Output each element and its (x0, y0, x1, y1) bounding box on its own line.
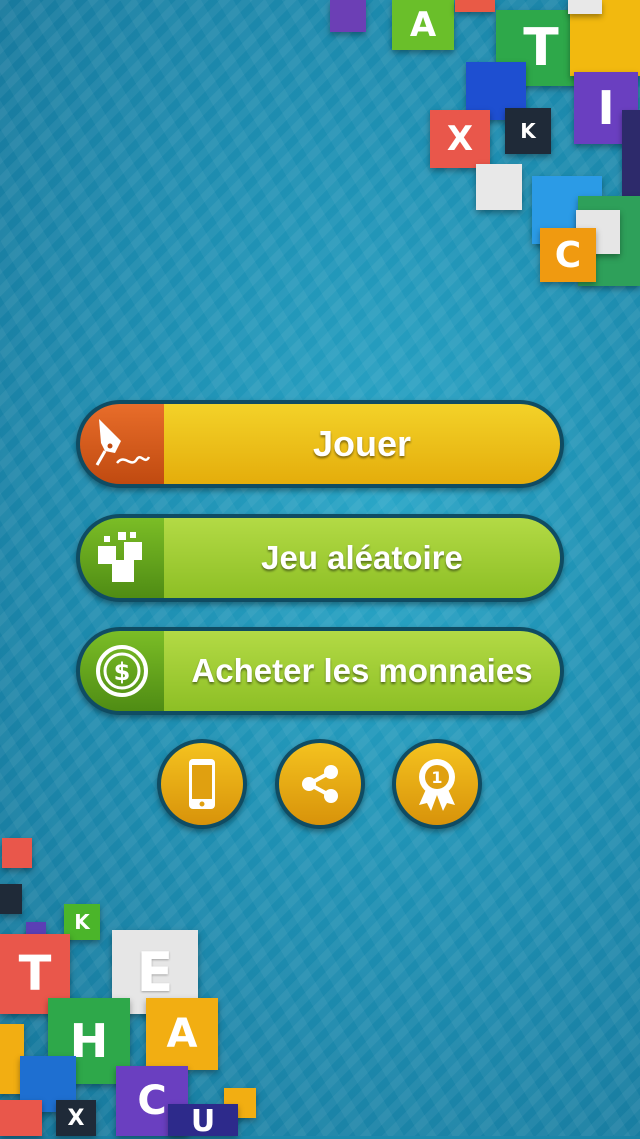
tile-letter: U (168, 1104, 238, 1139)
tile-red-top (455, 0, 495, 12)
play-label: Jouer (164, 404, 560, 484)
share-icon (302, 765, 338, 803)
tile-letter: A (146, 998, 218, 1070)
buy-coins-label: Acheter les monnaies (164, 631, 560, 711)
award-ribbon-icon: 1 (419, 759, 455, 811)
share-button[interactable] (275, 739, 365, 829)
tile-white-mid (476, 164, 522, 210)
svg-text:$: $ (114, 658, 131, 686)
play-button[interactable]: Jouer (76, 400, 564, 488)
tile-dark-small (0, 884, 22, 914)
tile-white-top (568, 0, 602, 14)
random-game-label: Jeu aléatoire (164, 518, 560, 598)
dollar-coin-icon: $ (80, 631, 164, 711)
tile-dark-right (622, 110, 640, 196)
buy-coins-button[interactable]: $ Acheter les monnaies (76, 627, 564, 715)
tile-red-left (0, 1100, 42, 1136)
ranking-button[interactable]: 1 (392, 739, 482, 829)
tile-letter: K (505, 108, 551, 154)
pen-nib-icon (80, 404, 164, 484)
random-blocks-icon (80, 518, 164, 598)
tile-letter: X (56, 1100, 96, 1136)
phone-icon (189, 759, 215, 809)
tile-letter: A (392, 0, 454, 50)
svg-text:1: 1 (431, 768, 442, 787)
random-game-button[interactable]: Jeu aléatoire (76, 514, 564, 602)
tile-letter: X (430, 110, 490, 168)
tile-red-small (2, 838, 32, 868)
tile-purple-top (330, 0, 366, 32)
tile-letter: C (540, 228, 596, 282)
device-button[interactable] (157, 739, 247, 829)
